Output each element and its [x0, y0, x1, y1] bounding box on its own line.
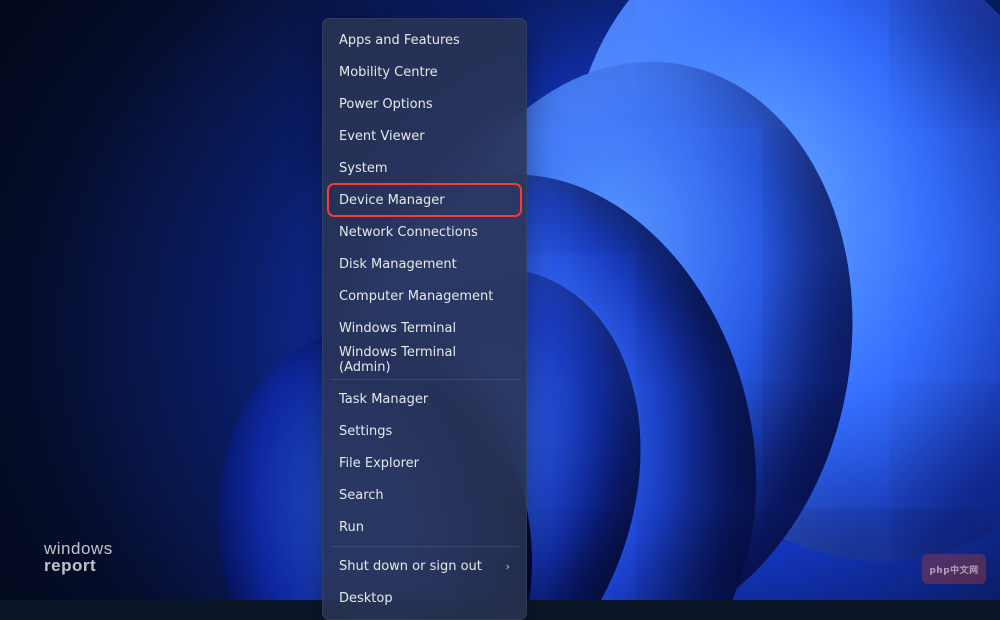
- menu-separator: [330, 546, 519, 547]
- menu-item-label: Mobility Centre: [339, 65, 438, 80]
- menu-item-label: Shut down or sign out: [339, 559, 482, 574]
- menu-item-label: Power Options: [339, 97, 433, 112]
- menu-item-label: Network Connections: [339, 225, 478, 240]
- menu-item-windows-terminal[interactable]: Windows Terminal: [328, 312, 521, 344]
- menu-item-label: Event Viewer: [339, 129, 425, 144]
- menu-item-desktop[interactable]: Desktop: [328, 582, 521, 614]
- winx-context-menu: Apps and Features Mobility Centre Power Op…: [322, 18, 527, 620]
- menu-separator: [330, 379, 519, 380]
- menu-item-task-manager[interactable]: Task Manager: [328, 383, 521, 415]
- menu-item-label: Windows Terminal (Admin): [339, 345, 510, 375]
- menu-item-label: File Explorer: [339, 456, 419, 471]
- menu-item-label: System: [339, 161, 387, 176]
- menu-item-label: Computer Management: [339, 289, 493, 304]
- menu-item-file-explorer[interactable]: File Explorer: [328, 447, 521, 479]
- menu-item-event-viewer[interactable]: Event Viewer: [328, 120, 521, 152]
- menu-item-disk-management[interactable]: Disk Management: [328, 248, 521, 280]
- menu-item-label: Task Manager: [339, 392, 428, 407]
- menu-item-mobility-centre[interactable]: Mobility Centre: [328, 56, 521, 88]
- menu-item-apps-and-features[interactable]: Apps and Features: [328, 24, 521, 56]
- menu-item-label: Device Manager: [339, 193, 445, 208]
- watermark-line2: report: [44, 557, 113, 574]
- menu-item-search[interactable]: Search: [328, 479, 521, 511]
- menu-item-power-options[interactable]: Power Options: [328, 88, 521, 120]
- chevron-right-icon: ›: [506, 560, 510, 573]
- menu-item-system[interactable]: System: [328, 152, 521, 184]
- menu-item-label: Search: [339, 488, 384, 503]
- watermark-php-cn: php中文网: [922, 554, 986, 584]
- menu-item-settings[interactable]: Settings: [328, 415, 521, 447]
- menu-item-label: Run: [339, 520, 364, 535]
- menu-item-windows-terminal-admin[interactable]: Windows Terminal (Admin): [328, 344, 521, 376]
- menu-item-shut-down-or-sign-out[interactable]: Shut down or sign out ›: [328, 550, 521, 582]
- watermark-line1: windows: [44, 540, 113, 557]
- watermark-windows-report: windows report: [44, 540, 113, 574]
- menu-item-label: Windows Terminal: [339, 321, 456, 336]
- menu-item-network-connections[interactable]: Network Connections: [328, 216, 521, 248]
- menu-item-device-manager[interactable]: Device Manager: [328, 184, 521, 216]
- menu-item-label: Settings: [339, 424, 392, 439]
- menu-item-computer-management[interactable]: Computer Management: [328, 280, 521, 312]
- menu-item-run[interactable]: Run: [328, 511, 521, 543]
- menu-item-label: Apps and Features: [339, 33, 460, 48]
- menu-item-label: Desktop: [339, 591, 393, 606]
- menu-item-label: Disk Management: [339, 257, 457, 272]
